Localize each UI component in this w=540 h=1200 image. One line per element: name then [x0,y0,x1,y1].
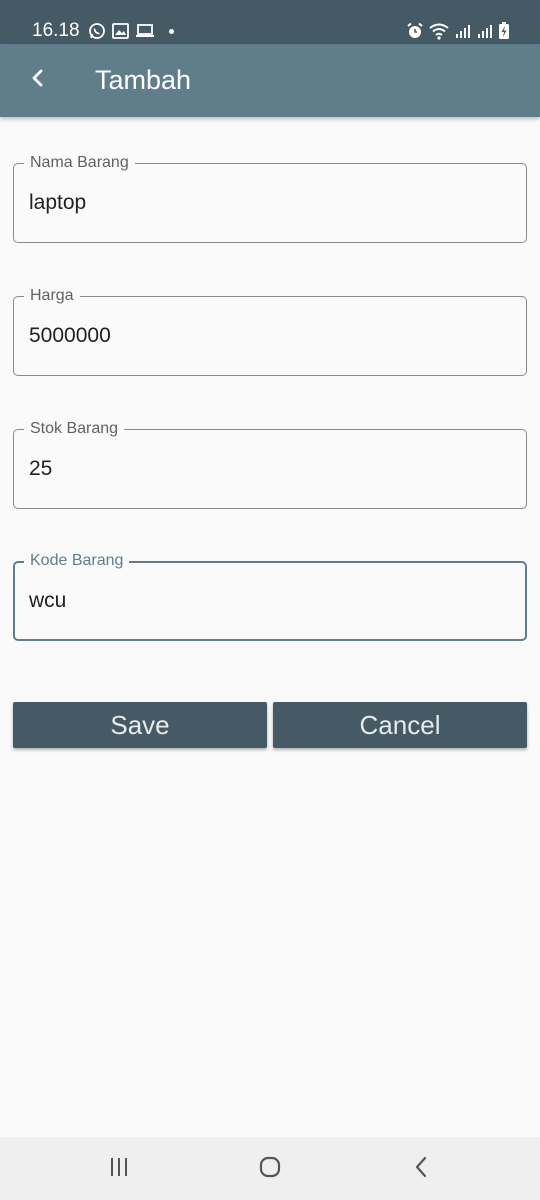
harga-input[interactable] [29,321,509,351]
harga-label: Harga [24,286,80,306]
kode-barang-field[interactable]: Kode Barang [13,551,527,641]
whatsapp-icon [88,22,106,40]
nama-barang-field[interactable]: Nama Barang [13,153,527,243]
status-time: 16.18 [32,20,80,41]
signal-icon [454,23,472,39]
recent-apps-icon [108,1157,130,1182]
battery-charging-icon [498,22,510,40]
kode-barang-input[interactable] [29,586,509,616]
signal-icon [476,23,494,39]
home-icon [258,1155,282,1184]
recent-apps-button[interactable] [104,1155,134,1183]
chevron-left-icon [30,68,46,93]
page-title: Tambah [95,65,192,95]
save-button[interactable]: Save [13,702,267,748]
status-bar: 16.18 [0,0,540,44]
stok-barang-input[interactable] [29,454,509,484]
alarm-icon [406,22,424,40]
nama-barang-label: Nama Barang [24,153,135,173]
status-icons-left [88,20,174,42]
harga-field[interactable]: Harga [13,286,527,376]
dot-icon [169,28,174,34]
wifi-icon [428,22,450,40]
nav-back-button[interactable] [406,1155,436,1183]
kode-barang-label: Kode Barang [24,551,130,571]
nama-barang-input[interactable] [29,188,509,218]
laptop-icon [135,23,155,39]
back-icon [413,1156,429,1183]
back-button[interactable] [20,62,56,98]
app-bar: Tambah [0,44,540,117]
stok-barang-field[interactable]: Stok Barang [13,419,527,509]
home-button[interactable] [255,1155,285,1183]
gallery-icon [112,23,129,39]
cancel-button[interactable]: Cancel [273,702,527,748]
navigation-bar [0,1137,540,1200]
stok-barang-label: Stok Barang [24,419,125,439]
status-icons-right [406,19,510,43]
